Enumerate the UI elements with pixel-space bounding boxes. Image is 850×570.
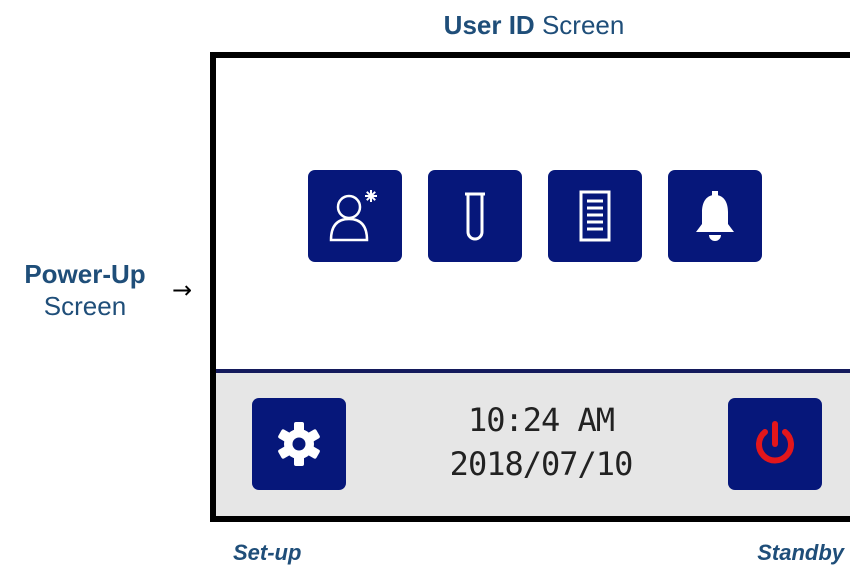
bell-icon <box>696 191 734 241</box>
clock-date: 2018/07/10 <box>449 445 634 483</box>
standby-button[interactable] <box>728 398 822 490</box>
power-up-label-rest: Screen <box>43 291 127 321</box>
screen-title-bold: User ID <box>443 10 535 40</box>
main-area <box>216 58 850 369</box>
list-icon <box>579 190 611 242</box>
user-id-button[interactable] <box>308 170 402 262</box>
user-id-icon <box>329 190 377 242</box>
test-tube-button[interactable] <box>428 170 522 262</box>
device-screen: 10:24 AM 2018/07/10 <box>210 52 850 522</box>
power-up-label-bold: Power-Up <box>24 259 146 289</box>
gear-icon <box>278 422 320 466</box>
screen-title: User ID Screen <box>0 10 850 41</box>
status-bar: 10:24 AM 2018/07/10 <box>216 373 850 516</box>
test-tube-icon <box>465 192 485 241</box>
standby-caption: Standby <box>757 540 844 565</box>
icon-row <box>308 170 762 262</box>
power-up-label: Power-Up Screen <box>0 258 170 322</box>
setup-caption: Set-up <box>233 540 302 565</box>
list-button[interactable] <box>548 170 642 262</box>
pointer-arrow: → <box>172 276 193 304</box>
alarm-button[interactable] <box>668 170 762 262</box>
clock-time: 10:24 AM <box>467 401 615 439</box>
power-icon <box>756 421 794 464</box>
screen-title-rest: Screen <box>534 10 625 40</box>
setup-button[interactable] <box>252 398 346 490</box>
